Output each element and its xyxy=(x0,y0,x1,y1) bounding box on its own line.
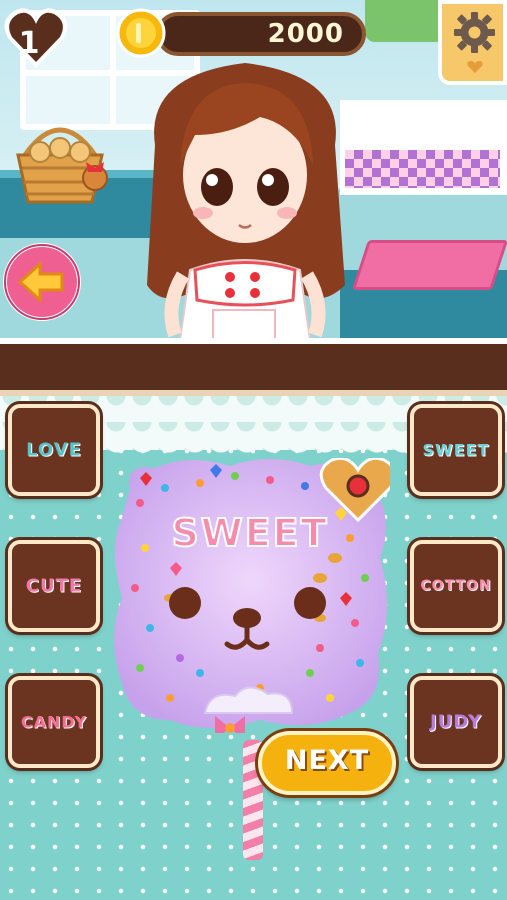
cotton-candy[interactable]: SWEET xyxy=(110,458,390,733)
word-button-cute[interactable]: CUTE xyxy=(8,540,100,632)
word-button-judy[interactable]: JUDY xyxy=(410,676,502,768)
small-heart-icon xyxy=(467,61,483,73)
candy-topping-text: SWEET xyxy=(171,511,328,555)
word-label: SWEET xyxy=(422,440,490,460)
next-button[interactable]: NEXT xyxy=(258,731,396,795)
word-label: CUTE xyxy=(25,575,83,597)
coin-counter: 2000 xyxy=(156,12,366,56)
word-button-love[interactable]: LOVE xyxy=(8,404,100,496)
coin-count: 2000 xyxy=(267,19,344,49)
word-label: JUDY xyxy=(430,711,482,733)
word-button-cotton[interactable]: COTTON xyxy=(410,540,502,632)
cookie-basket-icon xyxy=(16,127,108,204)
divider-bar xyxy=(0,338,507,396)
flower-box xyxy=(365,0,445,42)
pink-cushion xyxy=(351,240,507,290)
next-label: NEXT xyxy=(284,745,370,776)
word-label: COTTON xyxy=(420,578,492,594)
word-label: LOVE xyxy=(26,439,82,461)
word-label: CANDY xyxy=(20,712,88,732)
gear-icon xyxy=(454,12,495,53)
back-button[interactable] xyxy=(2,242,82,322)
coin-icon xyxy=(116,8,166,58)
settings-button[interactable] xyxy=(438,0,507,85)
word-button-sweet[interactable]: SWEET xyxy=(410,404,502,496)
girl-character xyxy=(147,63,345,340)
checkered-cloth xyxy=(345,150,500,188)
word-button-candy[interactable]: CANDY xyxy=(8,676,100,768)
lives-count: 1 xyxy=(18,26,40,61)
